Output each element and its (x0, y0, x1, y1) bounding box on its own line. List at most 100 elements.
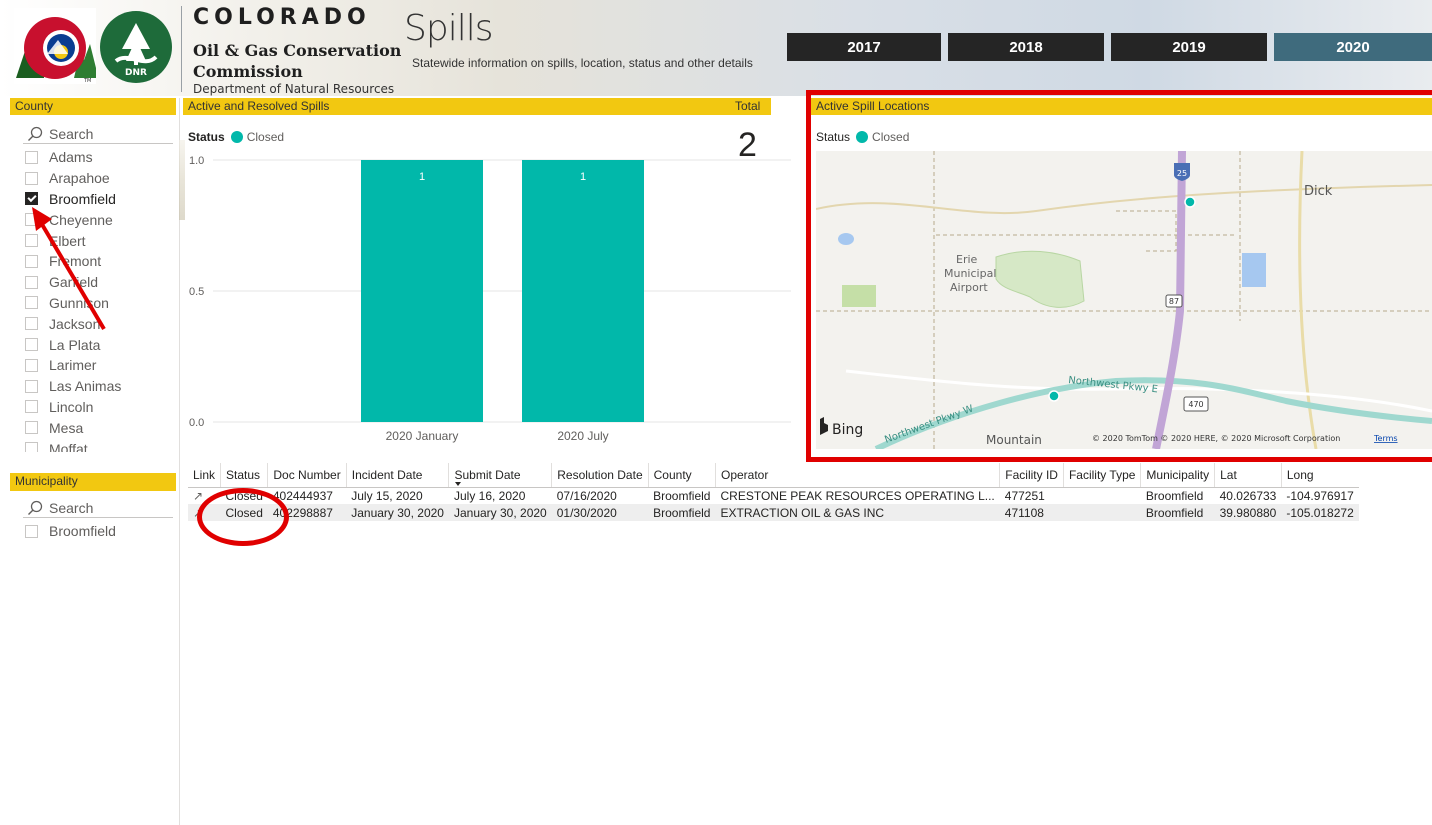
colorado-wordmark: COLORADO (193, 5, 371, 30)
legend-dot-closed (230, 131, 243, 143)
county-item-la-plata[interactable]: La Plata (25, 334, 175, 355)
col-header-county[interactable]: County (647, 463, 716, 488)
table-row[interactable]: ↗ Closed 402444937 July 15, 2020 July 16… (188, 487, 1359, 504)
table-row[interactable]: ↗ Closed 402298887 January 30, 2020 Janu… (188, 504, 1359, 521)
cell-facility-type (1063, 487, 1140, 504)
cell-facility-type (1063, 504, 1141, 521)
org-name-line2: Commission (193, 62, 303, 81)
cell-county: Broomfield (653, 488, 711, 503)
cell-long: -104.976917 (1286, 488, 1354, 503)
county-search-placeholder: Search (49, 125, 94, 142)
cell-operator: CRESTONE PEAK RESOURCES OPERATING L... (720, 488, 995, 503)
colorado-logo: TM (14, 8, 96, 84)
col-header-link[interactable]: Link (188, 463, 221, 488)
county-item-las-animas[interactable]: Las Animas (25, 376, 175, 397)
legend-label-closed[interactable]: Closed (247, 130, 284, 144)
sort-descending-icon (455, 481, 462, 486)
legend-title: Status (188, 130, 225, 144)
checkbox[interactable] (25, 379, 38, 393)
year-button-2017[interactable]: 2017 (787, 33, 941, 61)
col-header-municipality[interactable]: Municipality (1140, 463, 1215, 488)
bar-data-label: 1 (419, 171, 425, 183)
checkbox[interactable] (25, 171, 38, 185)
spills-report-page: TM DNR COLORADO Oil & Gas Conservation C… (0, 0, 1432, 825)
page-subtitle: Statewide information on spills, locatio… (412, 56, 753, 70)
spills-chart-title: Active and Resolved Spills (188, 99, 330, 113)
col-header-operator[interactable]: Operator (714, 463, 1000, 488)
checkbox[interactable] (25, 400, 38, 414)
org-name-line1: Oil & Gas Conservation (193, 41, 402, 60)
municipality-search-placeholder: Search (49, 499, 94, 516)
report-header: TM DNR COLORADO Oil & Gas Conservation C… (0, 0, 1432, 96)
cell-resolution-date: 01/30/2020 (551, 504, 649, 521)
spills-bar-chart: 0.0 0.5 1.0 1 2020 January 1 2020 July (189, 155, 791, 443)
annotation-circle (197, 488, 289, 546)
county-slicer-header: County (10, 98, 176, 115)
col-header-status[interactable]: Status (220, 463, 268, 488)
checkbox-checked[interactable] (25, 192, 38, 206)
col-header-resolution-date[interactable]: Resolution Date (551, 463, 649, 488)
municipality-search-input[interactable]: Search (23, 498, 173, 518)
svg-text:TM: TM (83, 78, 91, 84)
cell-long: -105.018272 (1281, 504, 1359, 521)
bar-closed[interactable] (361, 160, 483, 422)
y-tick-label: 0.0 (189, 417, 204, 429)
county-item-adams[interactable]: Adams (25, 147, 175, 168)
department-name: Department of Natural Resources (193, 82, 395, 96)
cell-incident-date: January 30, 2020 (346, 504, 449, 521)
cell-lat: 40.026733 (1219, 488, 1277, 503)
county-item-moffat[interactable]: Moffat (25, 438, 175, 452)
municipality-slicer-header: Municipality (10, 473, 176, 491)
cell-facility-id: 471108 (999, 504, 1064, 521)
cell-resolution-date: 07/16/2020 (556, 488, 617, 503)
bar-data-label: 1 (580, 171, 586, 183)
col-header-facility-id[interactable]: Facility ID (999, 463, 1064, 488)
cell-facility-id: 477251 (1004, 488, 1045, 503)
checkbox[interactable] (25, 358, 38, 372)
cell-submit-date: July 16, 2020 (453, 488, 526, 503)
annotation-highlight-box (806, 90, 1432, 462)
municipality-item-broomfield[interactable]: Broomfield (25, 521, 175, 542)
header-divider (181, 6, 182, 92)
dnr-badge-text: DNR (125, 68, 147, 78)
total-label: Total (735, 99, 761, 113)
checkbox[interactable] (25, 150, 38, 164)
year-button-2019[interactable]: 2019 (1111, 33, 1267, 61)
page-title: Spills (404, 8, 493, 49)
checkbox[interactable] (25, 421, 38, 435)
county-item-lincoln[interactable]: Lincoln (25, 397, 175, 418)
table-header-row: Link Status Doc Number Incident Date Sub… (188, 463, 1359, 488)
search-icon (28, 500, 43, 515)
cell-county: Broomfield (648, 504, 716, 521)
col-header-facility-type[interactable]: Facility Type (1062, 463, 1141, 488)
county-item-arapahoe[interactable]: Arapahoe (25, 168, 175, 189)
cell-lat: 39.980880 (1214, 504, 1282, 521)
checkbox[interactable] (25, 442, 38, 452)
x-category-label: 2020 January (386, 429, 459, 443)
search-icon (28, 126, 43, 141)
x-category-label: 2020 July (557, 429, 608, 443)
year-button-2018[interactable]: 2018 (948, 33, 1104, 61)
bar-closed[interactable] (522, 160, 644, 422)
col-header-incident-date[interactable]: Incident Date (345, 463, 449, 488)
municipality-slicer-list[interactable]: Broomfield (25, 521, 175, 543)
cell-operator: EXTRACTION OIL & GAS INC (715, 504, 1000, 521)
county-item-larimer[interactable]: Larimer (25, 355, 175, 376)
county-search-input[interactable]: Search (23, 124, 173, 144)
col-header-doc-number[interactable]: Doc Number (267, 463, 347, 488)
y-tick-label: 0.5 (189, 286, 204, 298)
cell-submit-date: January 30, 2020 (448, 504, 552, 521)
spills-chart-header: Active and Resolved Spills Total (183, 98, 771, 115)
year-button-2020[interactable]: 2020 (1274, 33, 1432, 61)
y-tick-label: 1.0 (189, 155, 204, 167)
checkbox[interactable] (25, 524, 38, 538)
cell-municipality: Broomfield (1145, 488, 1204, 503)
col-header-submit-date[interactable]: Submit Date (448, 463, 552, 488)
county-item-mesa[interactable]: Mesa (25, 417, 175, 438)
col-header-long[interactable]: Long (1280, 463, 1359, 488)
checkbox[interactable] (25, 338, 38, 352)
dnr-logo: DNR (100, 11, 172, 83)
col-header-lat[interactable]: Lat (1214, 463, 1282, 488)
cell-incident-date: July 15, 2020 (351, 488, 423, 503)
cell-municipality: Broomfield (1140, 504, 1215, 521)
